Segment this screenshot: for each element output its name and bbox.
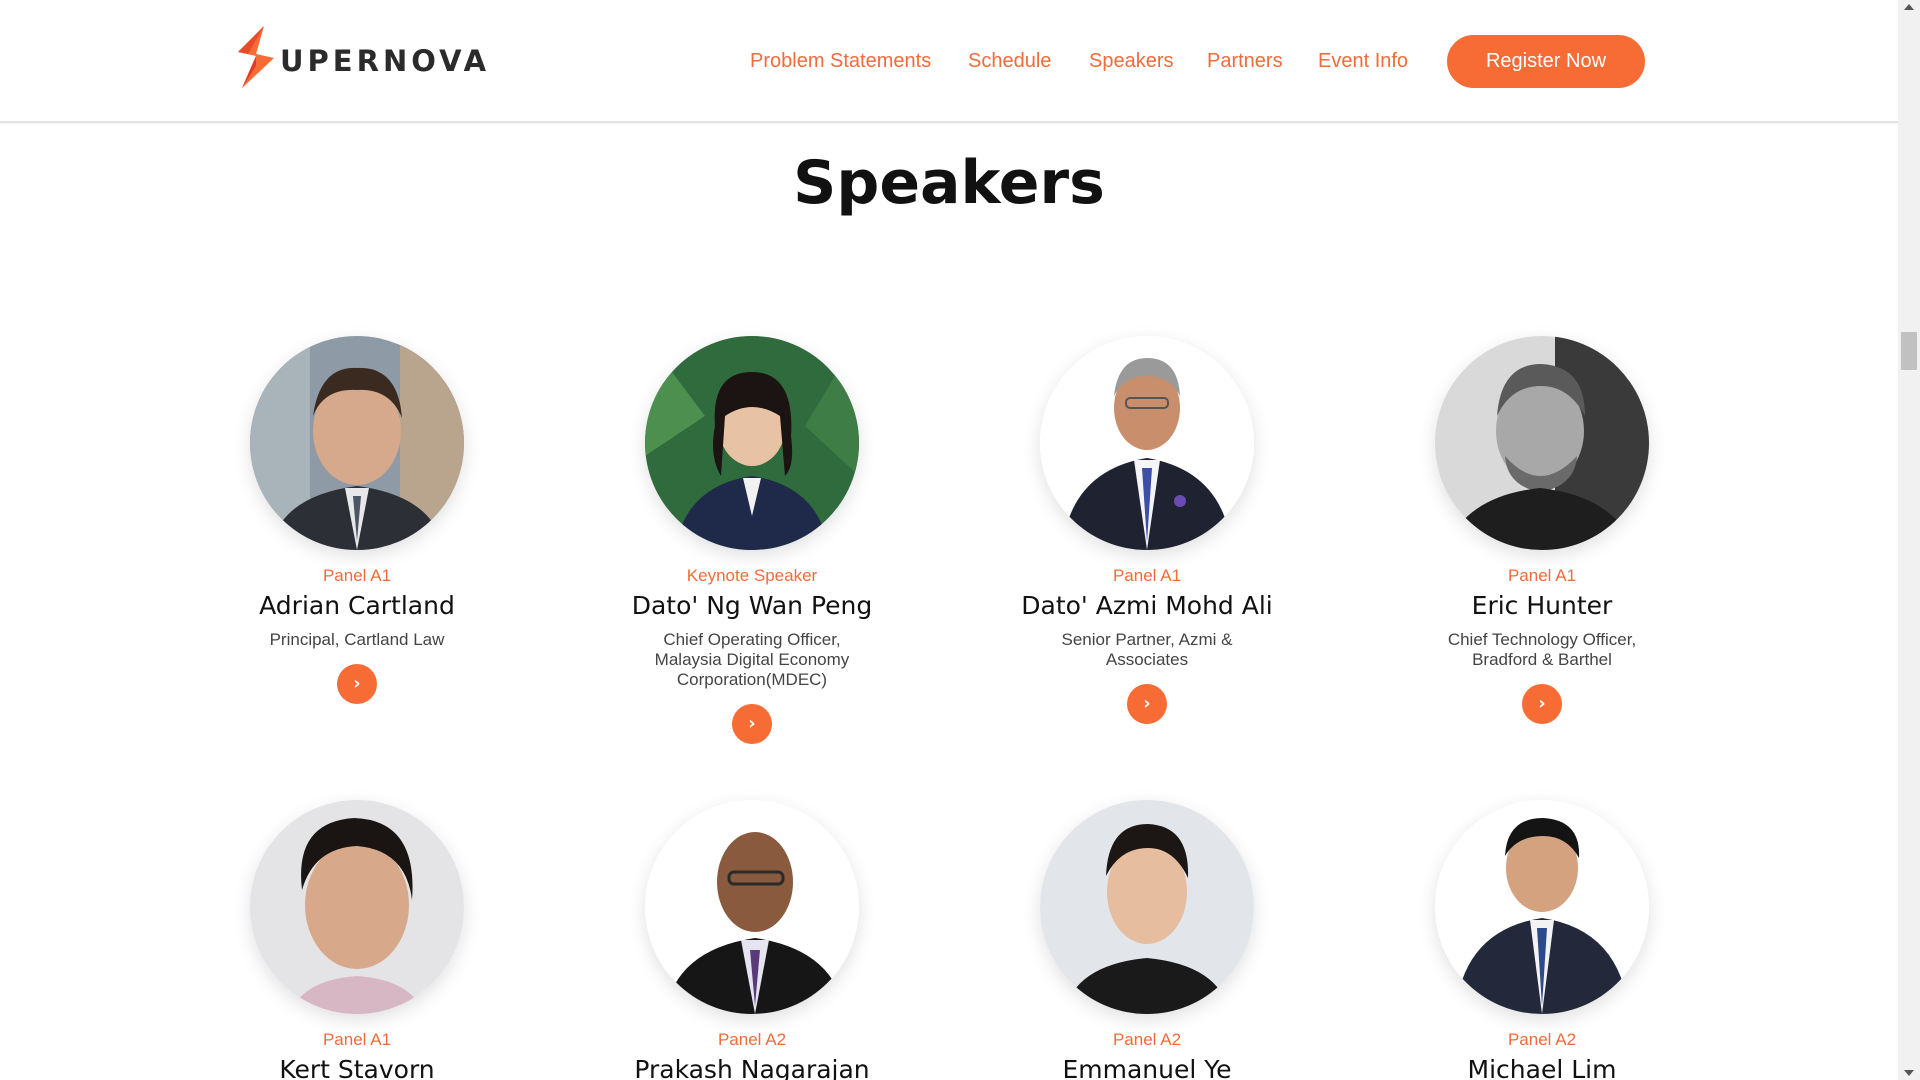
speaker-title: Chief Operating Officer, Malaysia Digita… (654, 630, 850, 689)
speaker-role: Panel A2 (1112, 1030, 1182, 1049)
chevron-right-icon: › (353, 673, 361, 694)
speaker-name: Prakash Nagarajan (634, 1055, 870, 1080)
speaker-details-button[interactable]: › (1127, 684, 1167, 724)
nav-event-info[interactable]: Event Info (1318, 50, 1408, 73)
speaker-details-button[interactable]: › (732, 704, 772, 744)
logo-text: UPERNOVA (280, 44, 491, 78)
nav-speakers[interactable]: Speakers (1089, 50, 1174, 73)
site-header: UPERNOVA Problem Statements Schedule Spe… (0, 0, 1898, 123)
nav-schedule[interactable]: Schedule (968, 50, 1051, 73)
speaker-card: Panel A2 Michael Lim (1392, 800, 1692, 1080)
chevron-right-icon: › (748, 713, 756, 734)
speaker-role: Panel A1 (322, 1030, 392, 1049)
scroll-down-arrow-icon[interactable] (1904, 1070, 1914, 1076)
speaker-name: Adrian Cartland (259, 591, 455, 620)
page-scrollbar[interactable] (1898, 0, 1920, 1080)
speaker-role: Panel A1 (1112, 566, 1182, 585)
speaker-card: Panel A2 Prakash Nagarajan (602, 800, 902, 1080)
speaker-title: Senior Partner, Azmi & Associates (1061, 630, 1233, 669)
speaker-card: Panel A1 Adrian Cartland Principal, Cart… (207, 336, 507, 704)
register-now-button[interactable]: Register Now (1447, 35, 1645, 88)
speaker-card: Panel A1 Eric Hunter Chief Technology Of… (1392, 336, 1692, 724)
speaker-role: Keynote Speaker (686, 566, 818, 585)
scroll-up-arrow-icon[interactable] (1904, 4, 1914, 10)
speaker-details-button[interactable]: › (337, 664, 377, 704)
speaker-role: Panel A1 (1507, 566, 1577, 585)
speaker-name: Eric Hunter (1471, 591, 1613, 620)
speaker-details-button[interactable]: › (1522, 684, 1562, 724)
speaker-role: Panel A2 (717, 1030, 787, 1049)
chevron-right-icon: › (1538, 693, 1546, 714)
speaker-photo (1435, 800, 1649, 1014)
speaker-name: Kert Stavorn (279, 1055, 435, 1080)
supernova-logo[interactable]: UPERNOVA (234, 24, 490, 90)
speaker-photo (1040, 800, 1254, 1014)
speaker-photo (1040, 336, 1254, 550)
scroll-thumb[interactable] (1901, 332, 1917, 370)
speaker-photo (250, 800, 464, 1014)
nav-problem-statements[interactable]: Problem Statements (750, 50, 931, 73)
speaker-role: Panel A2 (1507, 1030, 1577, 1049)
chevron-right-icon: › (1143, 693, 1151, 714)
speaker-role: Panel A1 (322, 566, 392, 585)
speaker-title: Principal, Cartland Law (269, 630, 445, 649)
speaker-title: Chief Technology Officer, Bradford & Bar… (1447, 630, 1637, 669)
speaker-name: Michael Lim (1467, 1055, 1617, 1080)
nav-partners[interactable]: Partners (1207, 50, 1283, 73)
speaker-card: Panel A1 Dato' Azmi Mohd Ali Senior Part… (997, 336, 1297, 724)
speaker-photo (1435, 336, 1649, 550)
speaker-card: Keynote Speaker Dato' Ng Wan Peng Chief … (602, 336, 902, 744)
speaker-photo (645, 800, 859, 1014)
speaker-name: Emmanuel Ye (1062, 1055, 1232, 1080)
page-title: Speakers (793, 148, 1105, 218)
speaker-name: Dato' Ng Wan Peng (631, 591, 873, 620)
speaker-card: Panel A1 Kert Stavorn (207, 800, 507, 1080)
supernova-s-logo-icon (238, 26, 274, 88)
speaker-photo (250, 336, 464, 550)
speaker-photo (645, 336, 859, 550)
speaker-card: Panel A2 Emmanuel Ye (997, 800, 1297, 1080)
speaker-name: Dato' Azmi Mohd Ali (1021, 591, 1273, 620)
